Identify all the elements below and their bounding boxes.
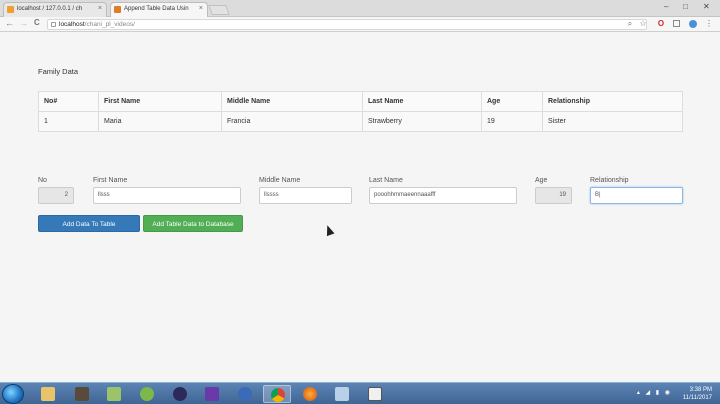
opera-extension-icon[interactable]: O — [657, 20, 665, 28]
eclipse-icon — [173, 387, 187, 401]
url-path: /chani_pl_videos/ — [84, 21, 135, 28]
table-cell: Strawberry — [362, 111, 482, 132]
first-name-field[interactable]: llsss — [93, 187, 241, 204]
column-header-no: No# — [38, 91, 99, 112]
back-icon[interactable]: ← — [5, 18, 14, 28]
folder-icon — [41, 387, 55, 401]
extension-icon[interactable] — [673, 20, 680, 27]
last-name-field[interactable]: pooohhmmaeennaaafff — [369, 187, 517, 204]
visual-studio-icon — [205, 387, 219, 401]
age-label: Age — [535, 177, 548, 184]
table-cell: Francia — [221, 111, 363, 132]
column-header-age: Age — [481, 91, 543, 112]
table-cell: Maria — [98, 111, 222, 132]
system-tray-icons[interactable]: ▴ ◢ ▮ ◉ — [637, 389, 672, 396]
taskbar-item-app-2[interactable] — [361, 385, 389, 403]
phpmyadmin-favicon-icon — [7, 6, 14, 13]
table-header-row: No# First Name Middle Name Last Name Age… — [38, 91, 683, 112]
tab-title: localhost / 127.0.0.1 / ch — [17, 6, 83, 12]
no-label: No — [38, 177, 47, 184]
close-window-icon[interactable]: ✕ — [703, 2, 710, 11]
address-bar[interactable]: localhost/chani_pl_videos/ — [47, 19, 647, 30]
taskbar-item-firefox[interactable] — [296, 385, 324, 403]
close-tab-icon[interactable]: × — [199, 5, 203, 12]
profile-extension-icon[interactable] — [689, 20, 697, 28]
middle-name-label: Middle Name — [259, 177, 301, 184]
add-data-to-table-button[interactable]: Add Data To Table — [38, 215, 140, 232]
middle-name-field[interactable]: llssss — [259, 187, 352, 204]
taskbar-item-chrome[interactable] — [263, 385, 291, 403]
section-title: Family Data — [38, 67, 79, 76]
page-info-icon[interactable] — [51, 22, 56, 27]
last-name-label: Last Name — [369, 177, 403, 184]
close-tab-icon[interactable]: × — [98, 5, 102, 12]
reload-icon[interactable]: C — [34, 18, 40, 27]
clock-time: 3:38 PM — [689, 387, 712, 393]
firefox-icon — [303, 387, 317, 401]
taskbar-item-app[interactable] — [68, 385, 96, 403]
page-content: Family Data No# First Name Middle Name L… — [0, 32, 720, 382]
chrome-icon — [271, 388, 285, 402]
bookmark-star-icon[interactable]: ☆ — [639, 20, 647, 28]
taskbar-item-visual-studio[interactable] — [198, 385, 226, 403]
mouse-pointer-icon — [323, 223, 335, 237]
page-favicon-icon — [114, 6, 121, 13]
clock[interactable]: 3:38 PM 11/11/2017 — [683, 386, 712, 402]
table-cell: Sister — [542, 111, 683, 132]
minimize-icon[interactable]: – — [664, 2, 668, 11]
url-host: localhost — [59, 21, 85, 28]
first-name-label: First Name — [93, 177, 128, 184]
menu-icon[interactable]: ⋮ — [705, 20, 713, 28]
zoom-icon[interactable]: ⌕ — [626, 20, 634, 28]
taskbar-item-notepad[interactable] — [100, 385, 128, 403]
add-table-data-to-database-button[interactable]: Add Table Data to Database — [143, 215, 243, 232]
no-field: 2 — [38, 187, 74, 204]
app-icon — [368, 387, 382, 401]
new-tab-button[interactable] — [208, 5, 230, 15]
taskbar-item-window[interactable] — [328, 385, 356, 403]
clock-date: 11/11/2017 — [682, 395, 712, 401]
android-icon — [140, 387, 154, 401]
family-data-table: No# First Name Middle Name Last Name Age… — [38, 91, 683, 132]
table-cell: 1 — [38, 111, 99, 132]
taskbar-item-photoshop[interactable] — [231, 385, 259, 403]
forward-icon[interactable]: → — [19, 18, 28, 28]
column-header-middle-name: Middle Name — [221, 91, 363, 112]
notepad-icon — [107, 387, 121, 401]
start-button[interactable] — [2, 384, 24, 404]
age-field[interactable]: 19 — [535, 187, 572, 204]
relationship-field[interactable]: B| — [590, 187, 683, 204]
maximize-icon[interactable]: □ — [683, 2, 688, 11]
table-cell: 19 — [481, 111, 543, 132]
app-icon — [75, 387, 89, 401]
column-header-last-name: Last Name — [362, 91, 482, 112]
browser-tab-bar: localhost / 127.0.0.1 / ch × Append Tabl… — [0, 0, 720, 17]
table-row: 1 Maria Francia Strawberry 19 Sister — [38, 111, 683, 132]
tab-append-table-data[interactable]: Append Table Data Usin × — [110, 2, 208, 17]
window-icon — [335, 387, 349, 401]
column-header-first-name: First Name — [98, 91, 222, 112]
column-header-relationship: Relationship — [542, 91, 683, 112]
taskbar-item-explorer[interactable] — [34, 385, 62, 403]
browser-toolbar: ← → C localhost/chani_pl_videos/ ⌕ ☆ O ⋮ — [0, 17, 720, 32]
tab-title: Append Table Data Usin — [124, 6, 189, 12]
tab-phpmyadmin[interactable]: localhost / 127.0.0.1 / ch × — [3, 2, 107, 17]
photoshop-icon — [238, 387, 252, 401]
taskbar-item-eclipse[interactable] — [166, 385, 194, 403]
taskbar-item-android[interactable] — [133, 385, 161, 403]
relationship-label: Relationship — [590, 177, 629, 184]
windows-taskbar: ▴ ◢ ▮ ◉ 3:38 PM 11/11/2017 — [0, 382, 720, 404]
